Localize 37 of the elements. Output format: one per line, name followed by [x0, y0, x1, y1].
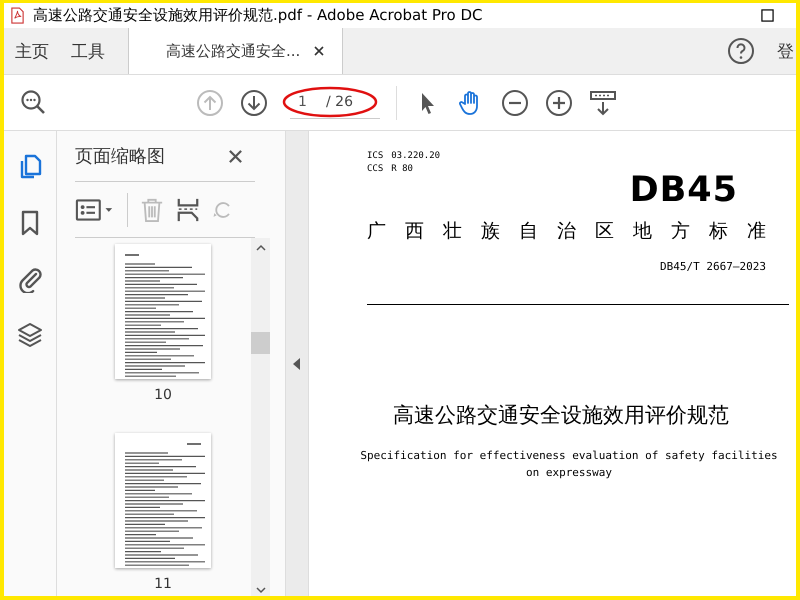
zoom-in-icon[interactable]: [545, 88, 573, 116]
ccs-label: CCS: [367, 164, 384, 174]
page-number-label: 11: [154, 576, 172, 592]
tab[interactable]: 高速公路交通安全...: [128, 28, 344, 74]
tab[interactable]: 主页: [4, 28, 60, 74]
next-page-icon[interactable]: [240, 88, 268, 116]
document-title: 高速公路交通安全设施效用评价规范: [392, 402, 730, 429]
page-number-label: 10: [154, 387, 172, 403]
close-icon[interactable]: [228, 148, 243, 164]
maximize-icon[interactable]: [761, 9, 774, 22]
page-thumbnail[interactable]: [115, 433, 211, 568]
standard-category: 广西壮族自治区地方标准: [367, 219, 786, 244]
page-thumbnail[interactable]: [115, 244, 211, 379]
scrollbar-track[interactable]: [251, 238, 270, 596]
document-subtitle: Specification for effectiveness evaluation of safety facilities on expressway: [359, 448, 779, 481]
page-count: / 26: [326, 94, 353, 110]
page-number-field[interactable]: 1: [290, 94, 320, 110]
scroll-down-icon[interactable]: [254, 586, 266, 594]
options-menu-icon[interactable]: [75, 196, 115, 222]
ics-code: 03.220.20: [391, 151, 440, 161]
zoom-out-icon[interactable]: [501, 88, 529, 116]
fit-page-icon[interactable]: [589, 88, 617, 116]
help-icon[interactable]: [727, 37, 755, 65]
window-title: 高速公路交通安全设施效用评价规范.pdf - Adobe Acrobat Pro DC: [33, 6, 482, 25]
close-icon[interactable]: [314, 46, 324, 56]
ics-label: ICS: [367, 151, 384, 161]
collapse-panel-icon[interactable]: [293, 358, 301, 370]
standard-number: DB45/T 2667—2023: [660, 260, 766, 273]
layers-icon[interactable]: [16, 321, 44, 349]
standard-logo: DB45: [630, 172, 738, 208]
pdf-file-icon: [10, 7, 25, 24]
sign-in-label[interactable]: 登: [777, 40, 794, 62]
scrollbar-thumb[interactable]: [251, 332, 270, 354]
panel-title: 页面缩略图: [75, 145, 165, 168]
ccs-code: R 80: [391, 164, 413, 174]
tab[interactable]: 工具: [60, 28, 116, 74]
scroll-up-icon[interactable]: [254, 244, 266, 252]
